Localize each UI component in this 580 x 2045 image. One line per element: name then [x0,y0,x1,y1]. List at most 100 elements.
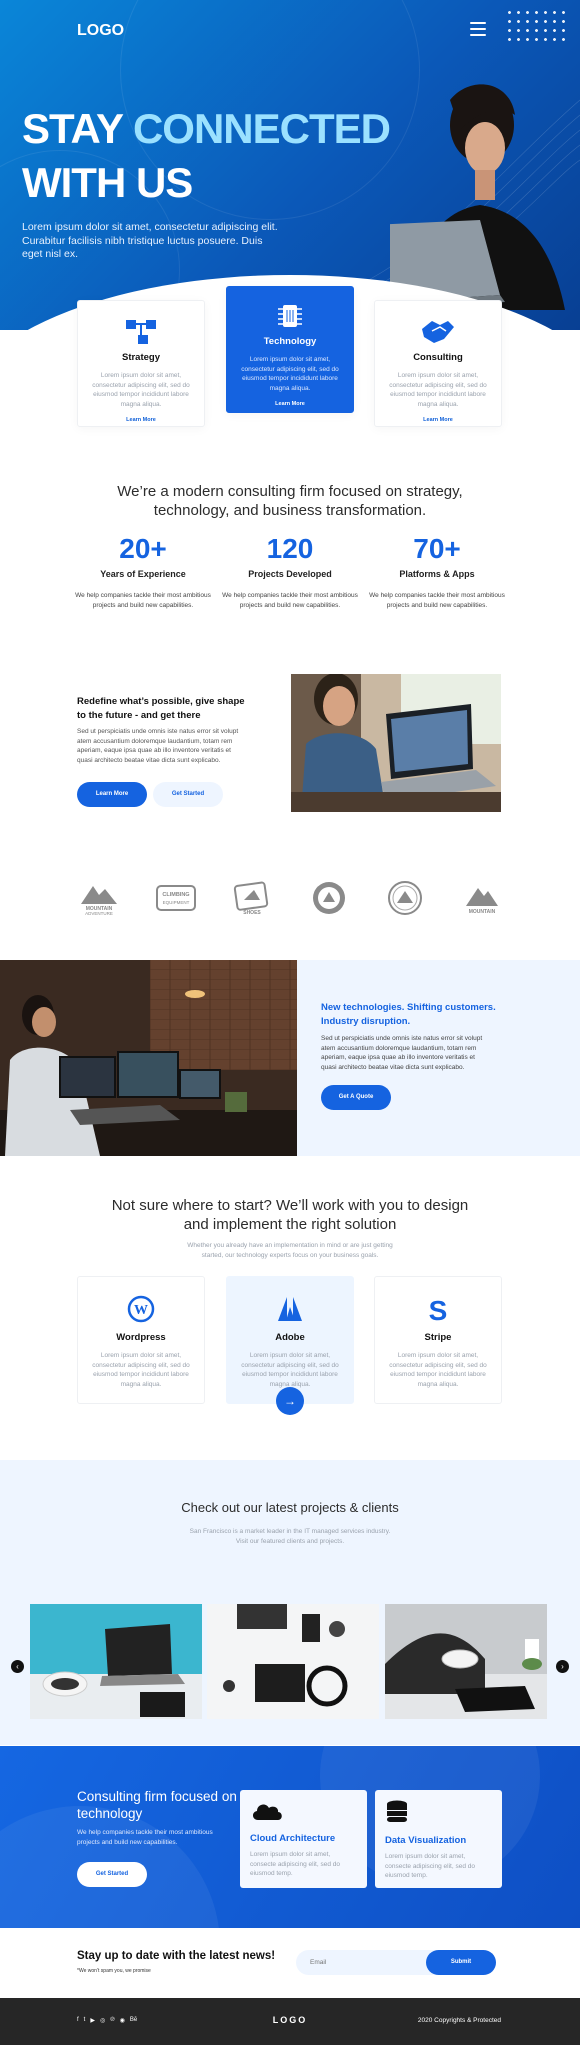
service-card-technology[interactable]: Technology Lorem ipsum dolor sit amet, c… [226,286,354,413]
stat-text: We help companies tackle their most ambi… [75,592,211,609]
stat-text: We help companies tackle their most ambi… [222,592,358,609]
bcard-title: Data Visualization [385,1835,467,1846]
cloud-architecture-card[interactable]: Cloud Architecture Lorem ipsum dolor sit… [240,1790,367,1888]
platform-text: Lorem ipsum dolor sit amet, consectetur … [241,1352,339,1388]
platform-text: Lorem ipsum dolor sit amet, consectetur … [92,1352,190,1388]
carousel-prev-icon[interactable]: ‹ [11,1660,24,1673]
projects-sub-line: Visit our featured clients and projects. [235,1538,345,1545]
platform-card-wordpress[interactable]: W Wordpress Lorem ipsum dolor sit amet, … [77,1276,205,1404]
data-visualization-card[interactable]: Data Visualization Lorem ipsum dolor sit… [375,1790,502,1888]
stat-label: Projects Developed [248,569,332,579]
stat-platforms: 70+ Platforms & Apps We help companies t… [367,533,507,610]
carousel-next-icon[interactable]: › [556,1660,569,1673]
wordpress-icon: W [127,1295,155,1323]
handshake-icon [422,321,454,343]
projects-subtitle: San Francisco is a market leader in the … [0,1527,580,1547]
mountain-adventure-logo: MOUNTAINADVENTURE [81,886,117,916]
stat-label: Platforms & Apps [399,569,475,579]
service-title: Technology [263,336,317,347]
database-icon [387,1800,407,1822]
footer-copyright: 2020 Copyrights & Protected [417,2017,501,2024]
stat-number: 20+ [119,533,167,564]
bcard-title: Cloud Architecture [250,1833,336,1844]
platform-card-stripe[interactable]: S Stripe Lorem ipsum dolor sit amet, con… [374,1276,502,1404]
get-started-band-button[interactable]: Get Started [77,1862,147,1887]
service-text: Lorem ipsum dolor sit amet, consectetur … [389,372,487,408]
new-tech-panel: New technologies. Shifting customers. In… [297,960,580,1156]
svg-text:W: W [134,1303,148,1318]
newsletter-title: Stay up to date with the latest news! [77,1950,276,1962]
hero-subtitle: Lorem ipsum dolor sit amet, consectetur … [22,221,278,260]
intro-line: technology, and business transformation. [153,502,427,519]
hiking-shoes-logo: SHOES [233,881,269,916]
projects-title: Check out our latest projects & clients [181,1500,399,1515]
service-card-strategy[interactable]: Strategy Lorem ipsum dolor sit amet, con… [77,300,205,427]
start-title-line: and implement the right solution [183,1216,397,1233]
project-image-vr-laptop [30,1604,202,1719]
start-sub-line: Whether you already have an implementati… [187,1242,393,1249]
platform-title: Stripe [424,1332,452,1343]
arrow-right-button[interactable]: → [276,1387,304,1415]
platform-title: Adobe [275,1332,305,1343]
band-text: We help companies tackle their most ambi… [77,1829,213,1846]
start-subheading: Whether you already have an implementati… [0,1241,580,1260]
service-text: Lorem ipsum dolor sit amet, consectetur … [92,372,190,408]
learn-more-link[interactable]: Learn More [78,417,204,423]
mountain-camp-logo: MOUNTAIN [466,888,498,915]
platform-card-adobe[interactable]: Adobe Lorem ipsum dolor sit amet, consec… [226,1276,354,1404]
service-text: Lorem ipsum dolor sit amet, consectetur … [241,356,339,392]
learn-more-link[interactable]: Learn More [227,401,353,407]
outdoor-badge-logo [313,882,345,914]
header-logo[interactable]: LOGO [77,22,124,40]
hero-title-accent: CONNECTED [132,105,391,152]
submit-button[interactable]: Submit [426,1950,496,1975]
get-a-quote-button[interactable]: Get A Quote [321,1085,391,1110]
new-tech-text: Sed ut perspiciatis unde omnis iste natu… [321,1035,483,1071]
bcard-text: Lorem ipsum dolor sit amet, consecte adi… [250,1851,340,1877]
start-heading: Not sure where to start? We’ll work with… [0,1196,580,1234]
dot-grid-decor [505,8,569,44]
hamburger-menu-icon[interactable] [470,22,486,36]
strategy-icon [126,320,156,344]
get-started-button[interactable]: Get Started [153,782,223,807]
redefine-title: Redefine what’s possible, give shape to … [77,696,245,721]
svg-text:S: S [429,1295,448,1323]
chip-icon [278,305,302,327]
new-tech-title: New technologies. Shifting customers. In… [321,1002,496,1027]
stat-years: 20+ Years of Experience We help companie… [73,533,213,610]
stat-number: 70+ [413,533,461,564]
hero-woman-laptop-image [390,84,565,310]
cloud-icon [252,1804,282,1820]
projects-sub-line: San Francisco is a market leader in the … [189,1528,391,1535]
project-image-vr-tablet [385,1604,547,1719]
service-title: Strategy [121,352,160,363]
climbing-equipment-logo: CLIMBING EQUIPMENT [156,885,196,911]
hero-title-white: STAY [22,105,133,152]
hero-section: LOGO STAY CONNECTED WITH US Lorem ipsum … [0,0,580,330]
start-title-line: Not sure where to start? We’ll work with… [111,1197,469,1214]
stat-text: We help companies tackle their most ambi… [369,592,505,609]
newsletter-note: *We won’t spam you, we promise [77,1968,151,1974]
service-card-consulting[interactable]: Consulting Lorem ipsum dolor sit amet, c… [374,300,502,427]
mountain-seal-logo [388,881,422,915]
learn-more-button[interactable]: Learn More [77,782,147,807]
stat-projects: 120 Projects Developed We help companies… [220,533,360,610]
intro-heading: We’re a modern consulting firm focused o… [0,482,580,520]
svg-text:EQUIPMENT: EQUIPMENT [163,900,190,905]
learn-more-link[interactable]: Learn More [375,417,501,423]
stripe-icon: S [429,1295,448,1326]
stat-number: 120 [266,533,314,564]
platform-text: Lorem ipsum dolor sit amet, consectetur … [389,1352,487,1388]
platform-title: Wordpress [116,1332,166,1343]
start-sub-line: started, our technology experts focus on… [201,1251,379,1259]
man-laptop-image [291,674,501,812]
hero-title-line2: WITH US [22,159,193,206]
svg-text:CLIMBING: CLIMBING [162,892,189,898]
svg-text:MOUNTAIN: MOUNTAIN [469,909,496,915]
hero-title: STAY CONNECTED WITH US [22,102,391,210]
video-editor-image [0,960,297,1156]
redefine-text: Sed ut perspiciatis unde omnis iste natu… [77,728,239,764]
footer: f t ▶ ◎ ℗ ◉ Bē LOGO 2020 Copyrights & Pr… [0,1998,580,2045]
adobe-icon [278,1297,302,1321]
intro-line: We’re a modern consulting firm focused o… [117,483,463,500]
